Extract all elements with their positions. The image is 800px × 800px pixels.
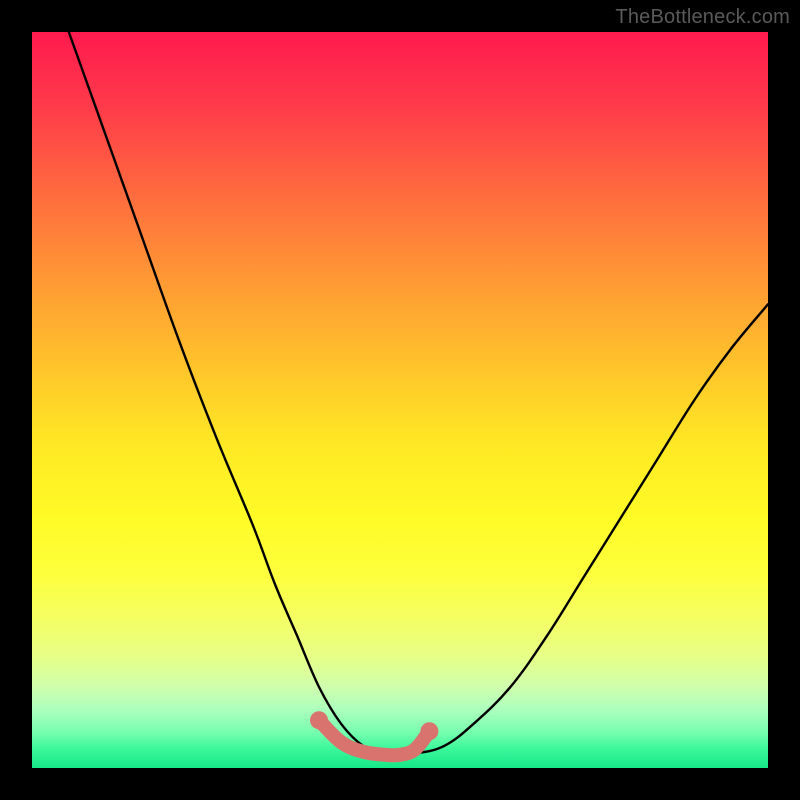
curve-layer	[32, 32, 768, 768]
chart-frame: TheBottleneck.com	[0, 0, 800, 800]
watermark-text: TheBottleneck.com	[615, 6, 790, 29]
highlight-endpoint	[420, 722, 438, 740]
highlight-segment	[310, 711, 438, 755]
plot-area	[32, 32, 768, 768]
bottleneck-curve	[69, 32, 768, 754]
highlight-endpoint	[310, 711, 328, 729]
